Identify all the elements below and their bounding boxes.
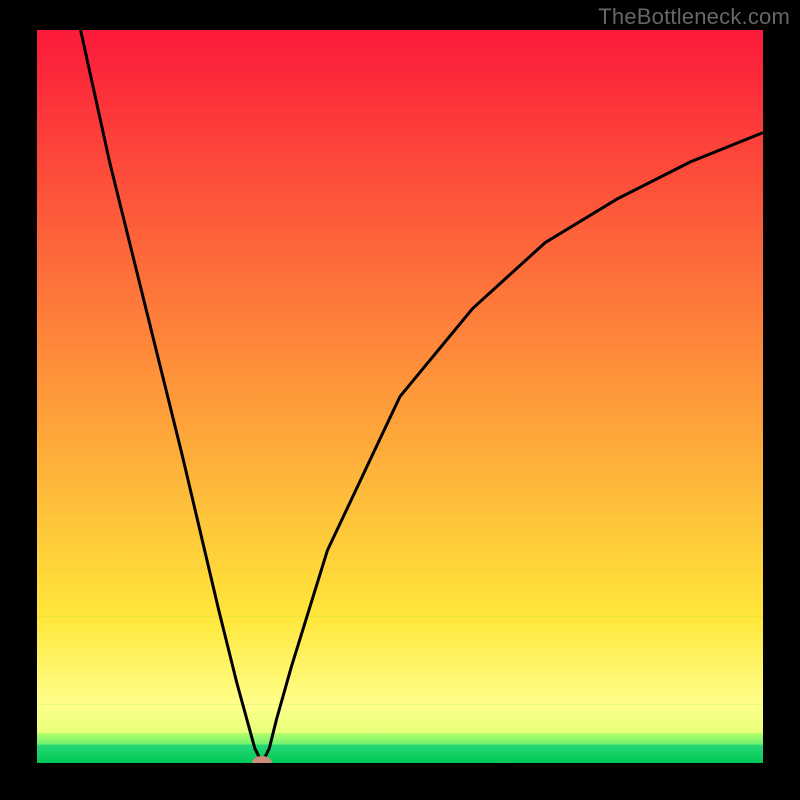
optimal-point-marker [252,756,272,763]
watermark-text: TheBottleneck.com [598,4,790,30]
plot-area [37,30,763,763]
plot-svg [37,30,763,763]
chart-frame: TheBottleneck.com [0,0,800,800]
